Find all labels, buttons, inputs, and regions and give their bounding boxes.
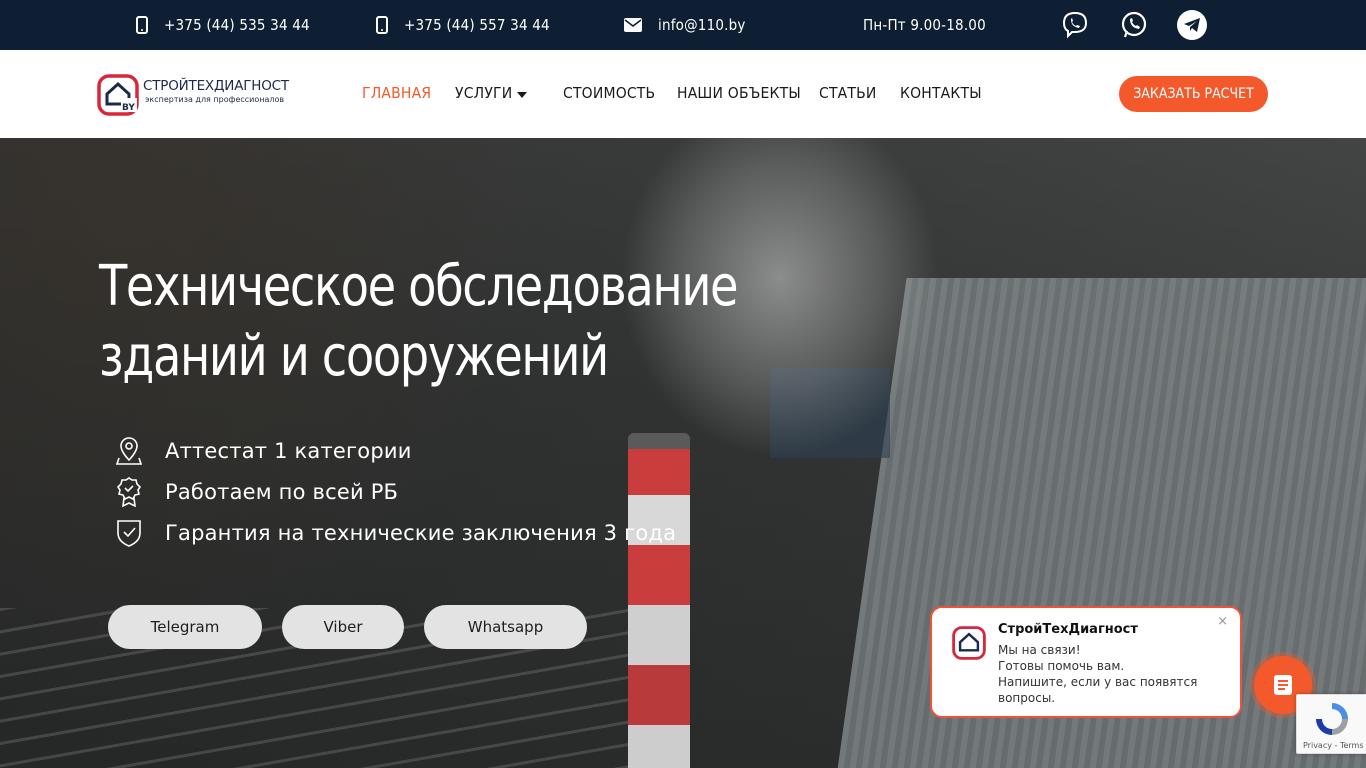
nav-home[interactable]: ГЛАВНАЯ [362,84,431,102]
email-text[interactable]: info@110.by [658,16,746,34]
viber-button[interactable]: Viber [282,605,404,649]
location-pin-icon [115,437,143,465]
chat-message: Мы на связи! Готовы помочь вам. Напишите… [998,642,1223,706]
telegram-icon[interactable] [1177,10,1207,40]
nav-services[interactable]: УСЛУГИ [455,84,512,102]
phone-2-text[interactable]: +375 (44) 557 34 44 [404,16,550,34]
recaptcha-icon [1316,703,1348,735]
phone-1-text[interactable]: +375 (44) 535 34 44 [164,16,310,34]
logo-tagline: экспертиза для профессионалов [145,95,285,104]
chat-popup[interactable]: СтройТехДиагност Мы на связи! Готовы пом… [930,606,1242,718]
chat-sender-name: СтройТехДиагност [998,622,1138,637]
order-estimate-button[interactable]: ЗАКАЗАТЬ РАСЧЕТ [1119,76,1268,112]
working-hours: Пн-Пт 9.00-18.00 [863,0,986,50]
hero-title: Техническое обследование зданий и сооруж… [99,252,761,392]
whatsapp-icon[interactable] [1119,10,1149,40]
phone-icon [376,16,388,34]
working-hours-text: Пн-Пт 9.00-18.00 [863,16,986,34]
shield-check-icon [117,520,141,547]
logo-house-icon: BY [97,74,139,116]
nav-pricing[interactable]: СТОИМОСТЬ [563,84,655,102]
award-badge-icon [116,477,142,507]
phone-2[interactable]: +375 (44) 557 34 44 [376,0,550,50]
feature-text: Гарантия на технические заключения 3 год… [165,521,677,545]
recaptcha-links[interactable]: Privacy - Terms [1303,741,1364,750]
email[interactable]: info@110.by [624,0,746,50]
logo-name: СТРОЙТЕХДИАГНОСТ [143,78,289,94]
chat-message-line: Мы на связи! [998,643,1081,657]
nav-objects[interactable]: НАШИ ОБЪЕКТЫ [677,84,801,102]
phone-icon [136,16,148,34]
whatsapp-button[interactable]: Whatsapp [424,605,587,649]
viber-icon[interactable] [1060,10,1090,40]
recaptcha-badge[interactable]: Privacy - Terms [1296,694,1366,754]
chat-message-line: Готовы помочь вам. [998,659,1125,673]
hero-title-line-1: Техническое обследование [99,254,739,319]
chat-message-line: вопросы. [998,691,1056,705]
telegram-button[interactable]: Telegram [108,605,262,649]
feature-text: Аттестат 1 категории [165,439,412,463]
feature-item: Аттестат 1 категории [115,436,411,466]
chat-document-icon [1274,675,1292,695]
svg-text:BY: BY [122,103,135,113]
hero-background-chimney [628,433,690,768]
chat-message-line: Напишите, если у вас появятся [998,675,1198,689]
caret-down-icon[interactable] [517,92,527,98]
top-bar: +375 (44) 535 34 44 +375 (44) 557 34 44 … [0,0,1366,50]
feature-text: Работаем по всей РБ [165,480,399,504]
nav-contacts[interactable]: КОНТАКТЫ [900,84,982,102]
logo[interactable]: BY СТРОЙТЕХДИАГНОСТ экспертиза для профе… [97,74,307,116]
site-header: BY СТРОЙТЕХДИАГНОСТ экспертиза для профе… [0,50,1366,138]
envelope-icon [624,18,642,32]
phone-1[interactable]: +375 (44) 535 34 44 [136,0,310,50]
feature-item: Гарантия на технические заключения 3 год… [115,518,676,548]
feature-item: Работаем по всей РБ [115,477,398,507]
chat-close-button[interactable]: × [1217,614,1228,629]
hero-title-line-2: зданий и сооружений [99,324,609,389]
nav-articles[interactable]: СТАТЬИ [819,84,877,102]
chat-avatar-logo-icon [952,626,986,660]
